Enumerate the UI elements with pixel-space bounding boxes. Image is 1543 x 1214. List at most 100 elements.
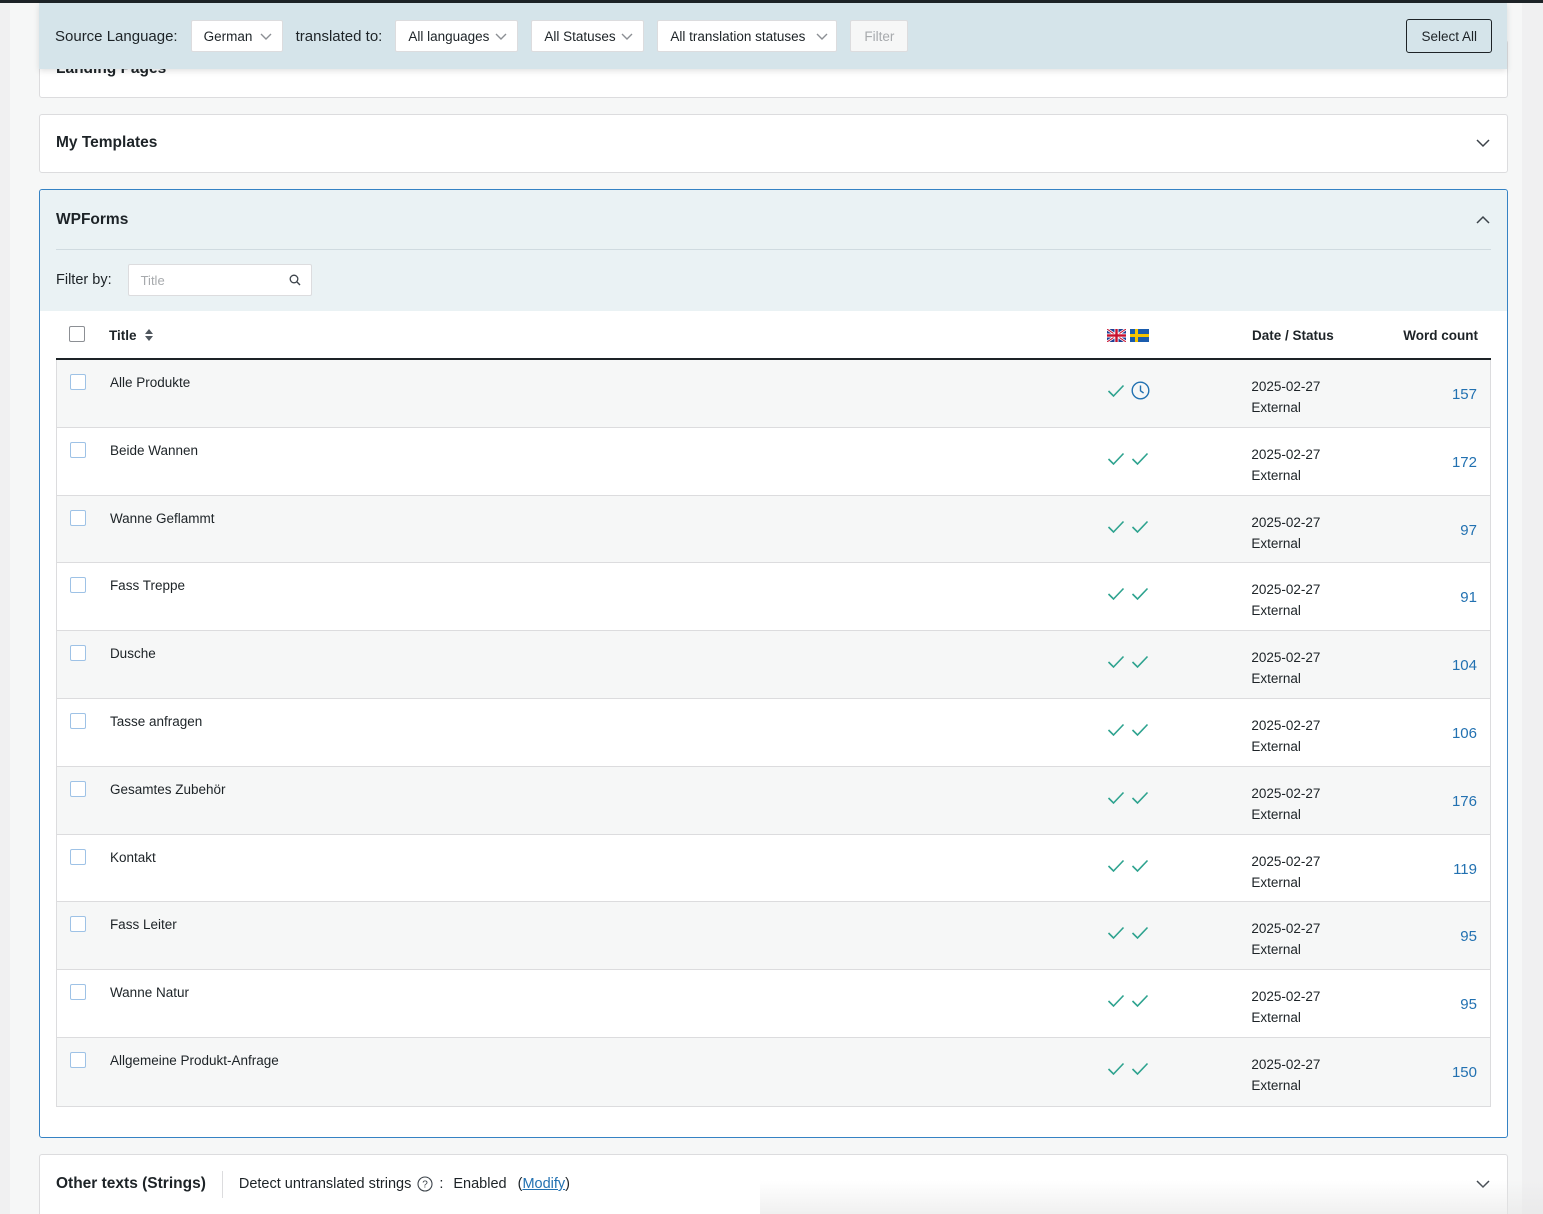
translation-status-select[interactable]: All translation statuses [657, 20, 838, 52]
column-header-title[interactable]: Title [109, 328, 137, 343]
table-row: Fass Leiter 2025-02-27 External 95 [57, 902, 1490, 971]
row-checkbox[interactable] [70, 441, 86, 458]
detect-status-value: Enabled [453, 1176, 507, 1192]
check-icon[interactable] [1131, 587, 1149, 601]
row-word-count[interactable]: 150 [1452, 1064, 1477, 1081]
check-icon[interactable] [1131, 520, 1149, 534]
check-icon[interactable] [1131, 655, 1149, 669]
table-row: Wanne Natur 2025-02-27 External 95 [57, 970, 1490, 1038]
row-checkbox[interactable] [70, 712, 86, 729]
check-icon[interactable] [1107, 859, 1125, 873]
table-row: Allgemeine Produkt-Anfrage 2025-02-27 Exte… [57, 1037, 1490, 1106]
help-icon[interactable]: ? [417, 1176, 433, 1192]
chevron-down-icon[interactable] [1475, 135, 1491, 151]
row-date: 2025-02-27 [1251, 446, 1321, 462]
target-language-select[interactable]: All languages [395, 20, 519, 52]
panel-title-my-templates: My Templates [56, 134, 158, 151]
row-checkbox[interactable] [70, 916, 86, 933]
row-title[interactable]: Beide Wannen [110, 443, 198, 458]
wpforms-toggle[interactable]: WPForms [40, 190, 1507, 249]
row-title[interactable]: Dusche [110, 646, 156, 661]
row-checkbox[interactable] [70, 577, 86, 594]
row-word-count[interactable]: 97 [1460, 522, 1477, 539]
row-date: 2025-02-27 [1251, 785, 1321, 801]
modify-link[interactable]: Modify [522, 1176, 565, 1192]
row-word-count[interactable]: 176 [1452, 793, 1477, 810]
check-icon[interactable] [1107, 791, 1125, 805]
check-icon[interactable] [1107, 520, 1125, 534]
source-language-select[interactable]: German [190, 20, 283, 52]
table-body: Alle Produkte 2025-02-27 External 157 Beide … [56, 360, 1491, 1107]
row-checkbox[interactable] [70, 645, 86, 662]
check-icon[interactable] [1131, 452, 1149, 466]
row-date: 2025-02-27 [1251, 853, 1321, 869]
chevron-up-icon[interactable] [1475, 212, 1491, 228]
row-checkbox[interactable] [70, 984, 86, 1001]
translated-to-label: translated to: [295, 27, 383, 45]
row-title[interactable]: Fass Leiter [110, 917, 177, 932]
check-icon[interactable] [1131, 926, 1149, 940]
row-status: External [1251, 1077, 1301, 1093]
check-icon[interactable] [1107, 655, 1125, 669]
row-checkbox[interactable] [70, 1051, 86, 1068]
row-title[interactable]: Wanne Geflammt [110, 511, 215, 526]
clock-icon[interactable] [1131, 381, 1150, 400]
row-title[interactable]: Alle Produkte [110, 375, 190, 390]
table-row: Beide Wannen 2025-02-27 External 172 [57, 428, 1490, 496]
row-word-count[interactable]: 104 [1452, 657, 1477, 674]
check-icon[interactable] [1107, 994, 1125, 1008]
table-row: Kontakt 2025-02-27 External 119 [57, 835, 1490, 903]
uk-flag-icon [1107, 328, 1126, 342]
row-word-count[interactable]: 172 [1452, 454, 1477, 471]
row-word-count[interactable]: 106 [1452, 725, 1477, 742]
select-all-button[interactable]: Select All [1406, 19, 1492, 53]
title-search-input[interactable]: Title [127, 264, 312, 296]
source-language-value: German [203, 28, 253, 44]
status-value: All Statuses [544, 28, 616, 44]
row-word-count[interactable]: 95 [1460, 928, 1477, 945]
check-icon[interactable] [1131, 723, 1149, 737]
check-icon[interactable] [1107, 452, 1125, 466]
chevron-down-icon[interactable] [1475, 1176, 1491, 1192]
row-title[interactable]: Allgemeine Produkt-Anfrage [110, 1053, 279, 1068]
sort-icon[interactable] [144, 328, 154, 342]
select-all-checkbox[interactable] [69, 325, 85, 342]
check-icon[interactable] [1107, 587, 1125, 601]
row-title[interactable]: Gesamtes Zubehör [110, 782, 226, 797]
row-checkbox[interactable] [70, 848, 86, 865]
column-header-word-count: Word count [1403, 328, 1478, 343]
row-date: 2025-02-27 [1251, 921, 1321, 937]
row-word-count[interactable]: 95 [1460, 996, 1477, 1013]
panel-my-templates[interactable]: My Templates [39, 114, 1508, 173]
check-icon[interactable] [1107, 384, 1125, 398]
check-icon[interactable] [1131, 859, 1149, 873]
row-checkbox[interactable] [70, 780, 86, 797]
row-word-count[interactable]: 119 [1453, 861, 1477, 878]
row-status: External [1251, 1010, 1301, 1026]
check-icon[interactable] [1131, 791, 1149, 805]
row-title[interactable]: Kontakt [110, 850, 156, 865]
filter-button[interactable]: Filter [850, 20, 909, 52]
filter-toolbar: Source Language: German translated to: A… [39, 3, 1507, 69]
check-icon[interactable] [1107, 1062, 1125, 1076]
row-title[interactable]: Fass Treppe [110, 578, 185, 593]
check-icon[interactable] [1131, 994, 1149, 1008]
row-checkbox[interactable] [70, 509, 86, 526]
row-title[interactable]: Wanne Natur [110, 985, 189, 1000]
row-status: External [1251, 467, 1301, 483]
search-icon[interactable] [289, 274, 301, 286]
row-checkbox[interactable] [70, 374, 86, 390]
table-row: Fass Treppe 2025-02-27 External 91 [57, 563, 1490, 632]
content-table: Title Date / Status Word count Alle Prod… [56, 312, 1491, 1107]
table-row: Tasse anfragen 2025-02-27 External 106 [57, 699, 1490, 767]
language-flags [1107, 328, 1252, 342]
check-icon[interactable] [1131, 1062, 1149, 1076]
check-icon[interactable] [1107, 723, 1125, 737]
panel-title-wpforms: WPForms [56, 210, 129, 228]
check-icon[interactable] [1107, 926, 1125, 940]
status-select[interactable]: All Statuses [531, 20, 645, 52]
row-word-count[interactable]: 91 [1460, 589, 1477, 606]
row-title[interactable]: Tasse anfragen [110, 714, 202, 729]
row-word-count[interactable]: 157 [1452, 386, 1477, 403]
panel-other-texts[interactable]: Other texts (Strings) Detect untranslate… [39, 1154, 1508, 1214]
